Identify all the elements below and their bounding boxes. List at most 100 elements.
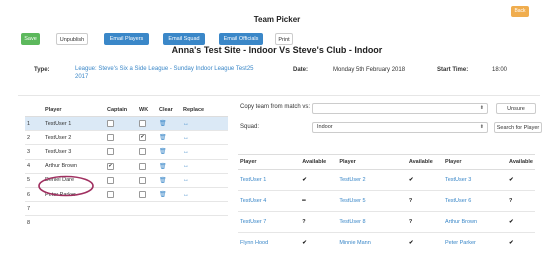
player-link[interactable]: TestUser 6 <box>443 191 507 212</box>
match-heading: Anna's Test Site - Indoor Vs Steve's Clu… <box>0 45 554 55</box>
col-wk: WK <box>137 104 157 117</box>
player-name: TestUser 2 <box>43 131 105 145</box>
availability-status: ✔ <box>407 170 443 191</box>
trash-icon[interactable]: 🗑 <box>159 192 167 198</box>
select-caret-icon: ⬍ <box>480 104 484 113</box>
captain-checkbox[interactable] <box>107 177 114 184</box>
player-link[interactable]: TestUser 2 <box>337 170 407 191</box>
swap-arrows-icon[interactable]: ↔ <box>183 149 189 155</box>
squad-value: Indoor <box>317 124 333 130</box>
swap-arrows-icon[interactable]: ↔ <box>183 163 189 169</box>
col-clear: Clear <box>157 104 181 117</box>
swap-arrows-icon[interactable]: ↔ <box>183 121 189 127</box>
player-link[interactable]: TestUser 3 <box>443 170 507 191</box>
trash-icon[interactable]: 🗑 <box>159 135 167 141</box>
player-link[interactable]: Peter Parker <box>443 233 507 253</box>
table-row: TestUser 4━TestUser 5?TestUser 6? <box>238 191 535 212</box>
date-label: Date: <box>293 67 308 73</box>
col-replace: Replace <box>181 104 228 117</box>
player-name: TestUser 1 <box>43 117 105 131</box>
captain-checkbox[interactable] <box>107 134 114 141</box>
wk-checkbox[interactable]: ✔ <box>139 134 146 141</box>
availability-status: ? <box>407 212 443 233</box>
swap-arrows-icon[interactable]: ↔ <box>183 177 189 183</box>
divider <box>18 95 540 96</box>
email-players-button[interactable]: Email Players <box>104 33 149 45</box>
captain-checkbox[interactable] <box>107 148 114 155</box>
team-table: Player Captain WK Clear Replace 1TestUse… <box>25 104 228 230</box>
player-link[interactable]: TestUser 4 <box>238 191 300 212</box>
col-player-1: Player <box>238 155 300 170</box>
player-link[interactable]: TestUser 5 <box>337 191 407 212</box>
back-button[interactable]: Back <box>511 6 529 17</box>
copy-team-select[interactable]: ⬍ <box>312 103 488 114</box>
availability-status: ━ <box>300 191 337 212</box>
email-officials-button[interactable]: Email Officials <box>219 33 263 45</box>
wk-checkbox[interactable] <box>139 163 146 170</box>
trash-icon[interactable]: 🗑 <box>159 164 167 170</box>
start-time-label: Start Time: <box>437 67 468 73</box>
col-available-1: Available <box>300 155 337 170</box>
player-link[interactable]: Minnie Mann <box>337 233 407 253</box>
player-link[interactable]: TestUser 8 <box>337 212 407 233</box>
type-link[interactable]: League: Steve's Six a Side League - Sund… <box>75 65 260 81</box>
row-number: 8 <box>25 216 43 230</box>
squad-label: Squad: <box>240 124 259 130</box>
player-name <box>43 216 105 230</box>
squad-select[interactable]: Indoor ⬍ <box>312 122 488 133</box>
availability-status: ✔ <box>300 170 337 191</box>
captain-checkbox[interactable] <box>107 191 114 198</box>
availability-status: ? <box>300 212 337 233</box>
wk-checkbox[interactable] <box>139 120 146 127</box>
captain-checkbox[interactable]: ✔ <box>107 163 114 170</box>
page-title: Team Picker <box>0 15 554 24</box>
table-row[interactable]: 2TestUser 2 ✔ 🗑 ↔ <box>25 131 228 145</box>
wk-checkbox[interactable] <box>139 177 146 184</box>
availability-status: ✔ <box>407 233 443 253</box>
table-row[interactable]: 1TestUser 1 🗑 ↔ <box>25 117 228 131</box>
col-number <box>25 104 43 117</box>
table-row: Flynn Hood✔Minnie Mann✔Peter Parker✔ <box>238 233 535 253</box>
print-button[interactable]: Print <box>275 33 293 45</box>
availability-status: ✔ <box>300 233 337 253</box>
player-link[interactable]: Flynn Hood <box>238 233 300 253</box>
trash-icon[interactable]: 🗑 <box>159 178 167 184</box>
row-number: 3 <box>25 145 43 159</box>
row-number: 2 <box>25 131 43 145</box>
table-row: TestUser 1✔TestUser 2✔TestUser 3✔ <box>238 170 535 191</box>
col-available-3: Available <box>507 155 535 170</box>
player-link[interactable]: TestUser 7 <box>238 212 300 233</box>
player-link[interactable]: TestUser 1 <box>238 170 300 191</box>
captain-checkbox[interactable] <box>107 120 114 127</box>
search-player-button[interactable]: Search for Player <box>494 122 542 133</box>
wk-checkbox[interactable] <box>139 148 146 155</box>
type-label: Type: <box>34 67 50 73</box>
table-row[interactable]: 3TestUser 3 🗑 ↔ <box>25 145 228 159</box>
swap-arrows-icon[interactable]: ↔ <box>183 192 189 198</box>
player-name: Arthur Brown <box>43 159 105 173</box>
player-link[interactable]: Arthur Brown <box>443 212 507 233</box>
select-caret-icon: ⬍ <box>480 123 484 132</box>
unsure-button[interactable]: Unsure <box>496 103 536 114</box>
swap-arrows-icon[interactable]: ↔ <box>183 135 189 141</box>
player-name <box>43 202 105 216</box>
highlight-circle <box>36 174 96 198</box>
trash-icon[interactable]: 🗑 <box>159 149 167 155</box>
table-row[interactable]: 4Arthur Brown✔🗑↔ <box>25 159 228 173</box>
col-player-3: Player <box>443 155 507 170</box>
availability-table: Player Available Player Available Player… <box>238 154 535 253</box>
trash-icon[interactable]: 🗑 <box>159 121 167 127</box>
availability-status: ✔ <box>507 170 535 191</box>
table-row[interactable]: 7 <box>25 202 228 216</box>
save-button[interactable]: Save <box>21 33 40 45</box>
table-row[interactable]: 8 <box>25 216 228 230</box>
player-name: TestUser 3 <box>43 145 105 159</box>
col-available-2: Available <box>407 155 443 170</box>
unpublish-button[interactable]: Unpublish <box>56 33 88 45</box>
copy-team-label: Copy team from match vs: <box>240 104 310 110</box>
date-value: Monday 5th February 2018 <box>333 67 405 73</box>
row-number: 1 <box>25 117 43 131</box>
col-player: Player <box>43 104 105 117</box>
wk-checkbox[interactable] <box>139 191 146 198</box>
email-squad-button[interactable]: Email Squad <box>163 33 205 45</box>
